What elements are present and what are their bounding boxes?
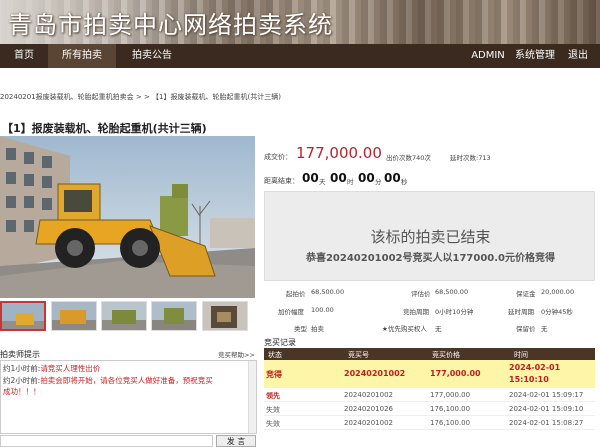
countdown-hour-unit: 时 xyxy=(347,178,354,186)
message-time: 约1小时前: xyxy=(3,364,41,373)
row-date: 2024-02-01 15:09:17 xyxy=(509,391,584,399)
row-status: 失效 xyxy=(266,420,280,428)
countdown-day-unit: 天 xyxy=(319,178,326,186)
deposit-label: 保证金 xyxy=(516,290,536,298)
bid-period-value: 0小时10分钟 xyxy=(435,308,474,316)
deal-price-label: 成交价： xyxy=(264,153,292,161)
table-row: 失效 20240201026 176,100.00 2024-02-01 15:… xyxy=(264,402,595,416)
photo-thumbnails xyxy=(0,301,255,333)
message-time: 约2小时前: xyxy=(3,376,41,385)
row-price: 176,100.00 xyxy=(430,419,471,427)
message-text: 成功！！！ xyxy=(3,387,41,396)
deal-price: 177,000.00 xyxy=(296,144,382,162)
row-bidder: 20240201002 xyxy=(344,419,393,427)
auction-ended-panel: 该标的拍卖已结束 恭喜20240201002号竞买人以177000.0元价格竞得 xyxy=(264,191,595,281)
countdown-second-unit: 秒 xyxy=(401,178,408,186)
countdown-hour: 00 xyxy=(330,171,347,185)
row-status: 领先 xyxy=(266,392,280,400)
countdown-minute-unit: 分 xyxy=(375,178,382,186)
row-bidder: 20240201002 xyxy=(344,391,393,399)
delay-count: 延时次数:713 xyxy=(450,154,491,162)
site-title: 青岛市拍卖中心网络拍卖系统 xyxy=(8,11,333,39)
increment-value: 100.00 xyxy=(311,306,334,314)
row-price: 176,100.00 xyxy=(430,405,471,413)
row-bidder: 20240201026 xyxy=(344,405,393,413)
table-row: 失效 20240201002 176,100.00 2024-02-01 15:… xyxy=(264,416,595,430)
main-item-photo[interactable] xyxy=(0,136,255,298)
message-item: 成功！！！ xyxy=(3,386,41,397)
col-status: 状态 xyxy=(268,351,282,359)
bid-help-link[interactable]: 竞买帮助>> xyxy=(218,349,255,359)
table-header: 状态 竞买号 竞买价格 时间 xyxy=(264,348,595,360)
reserve-label: 保留价 xyxy=(516,325,536,333)
auctioneer-tips-title: 拍卖师提示 xyxy=(0,350,40,359)
thumbnail-1[interactable] xyxy=(0,301,46,331)
priority-value: 无 xyxy=(435,325,442,333)
message-item: 约2小时前:拍卖会即将开始，请各位竞买人做好准备，预祝竞买 xyxy=(3,375,213,386)
thumbnail-4[interactable] xyxy=(151,301,197,331)
row-date: 2024-02-01 15:09:10 xyxy=(509,405,584,413)
reserve-value: 无 xyxy=(541,325,548,333)
thumbnail-2[interactable] xyxy=(51,301,97,331)
row-date: 2024-02-01 15:08:27 xyxy=(509,419,584,427)
table-row: 竞得 20240201002 177,000.00 2024-02-01 15:… xyxy=(264,360,595,388)
row-time: 15:10:10 xyxy=(509,375,549,384)
table-row: 领先 20240201002 177,000.00 2024-02-01 15:… xyxy=(264,388,595,402)
breadcrumb[interactable]: 20240201报废装载机、轮胎起重机拍卖会 > > 【1】报废装载机、轮胎起重… xyxy=(0,92,281,102)
loader-photo-graphic xyxy=(0,136,255,298)
row-date: 2024-02-01 xyxy=(509,363,561,372)
auction-ended-message: 恭喜20240201002号竞买人以177000.0元价格竞得 xyxy=(305,253,556,264)
increment-label: 加价幅度 xyxy=(278,308,304,316)
nav-home[interactable]: 首页 xyxy=(0,44,48,68)
bid-records-title: 竞买记录 xyxy=(264,338,296,347)
nav-admin[interactable]: ADMIN xyxy=(468,44,508,68)
col-time: 时间 xyxy=(514,351,528,359)
delay-period-value: 0分钟45秒 xyxy=(541,308,573,316)
col-bidder: 竞买号 xyxy=(348,351,369,359)
nav-announcements[interactable]: 拍卖公告 xyxy=(120,44,184,68)
message-scrollbar[interactable] xyxy=(248,361,256,433)
nav-logout[interactable]: 退出 xyxy=(564,44,592,68)
delay-period-label: 延时周期 xyxy=(508,308,534,316)
bid-period-label: 竞拍周期 xyxy=(403,308,429,316)
priority-label: ★优先购买权人 xyxy=(382,325,427,333)
main-nav: 首页 所有拍卖 拍卖公告 ADMIN 系统管理 退出 xyxy=(0,44,600,68)
eval-price-label: 评估价 xyxy=(411,290,431,298)
thumbnail-5[interactable] xyxy=(202,301,248,331)
countdown-label: 距离结束： xyxy=(264,177,299,185)
eval-price-value: 68,500.00 xyxy=(435,288,469,296)
chat-input[interactable] xyxy=(0,435,213,447)
countdown-day: 00 xyxy=(302,171,319,185)
nav-all-auctions[interactable]: 所有拍卖 xyxy=(48,44,116,68)
col-price: 竞买价格 xyxy=(432,351,460,359)
row-status: 竞得 xyxy=(266,370,282,379)
site-banner: 青岛市拍卖中心网络拍卖系统 xyxy=(0,0,600,44)
row-status: 失效 xyxy=(266,406,280,414)
auctioneer-message-list[interactable]: 约1小时前:请竞买人理性出价 约2小时前:拍卖会即将开始，请各位竞买人做好准备，… xyxy=(0,360,257,434)
auction-ended-title: 该标的拍卖已结束 xyxy=(370,228,491,246)
start-price-label: 起拍价 xyxy=(286,290,306,298)
send-button[interactable]: 发 言 xyxy=(216,435,256,447)
message-item: 约1小时前:请竞买人理性出价 xyxy=(3,363,100,374)
start-price-value: 68,500.00 xyxy=(311,288,345,296)
thumbnail-3[interactable] xyxy=(101,301,147,331)
type-value: 拍卖 xyxy=(311,325,324,333)
row-bidder: 20240201002 xyxy=(344,369,406,378)
message-text: 拍卖会即将开始，请各位竞买人做好准备，预祝竞买 xyxy=(40,376,213,385)
row-price: 177,000.00 xyxy=(430,369,481,378)
auctioneer-tips-panel: 拍卖师提示 竞买帮助>> 约1小时前:请竞买人理性出价 约2小时前:拍卖会即将开… xyxy=(0,349,257,434)
deposit-value: 20,000.00 xyxy=(541,288,575,296)
countdown-minute: 00 xyxy=(358,171,375,185)
page-title: 【1】报废装载机、轮胎起重机(共计三辆) xyxy=(2,122,207,135)
bid-records-table: 状态 竞买号 竞买价格 时间 竞得 20240201002 177,000.00… xyxy=(264,348,595,430)
nav-system-manage[interactable]: 系统管理 xyxy=(514,44,556,68)
message-text: 请竞买人理性出价 xyxy=(40,364,101,373)
row-price: 177,000.00 xyxy=(430,391,471,399)
countdown-second: 00 xyxy=(384,171,401,185)
type-label: 类型 xyxy=(294,325,307,333)
bid-count: 出价次数740次 xyxy=(386,154,431,162)
